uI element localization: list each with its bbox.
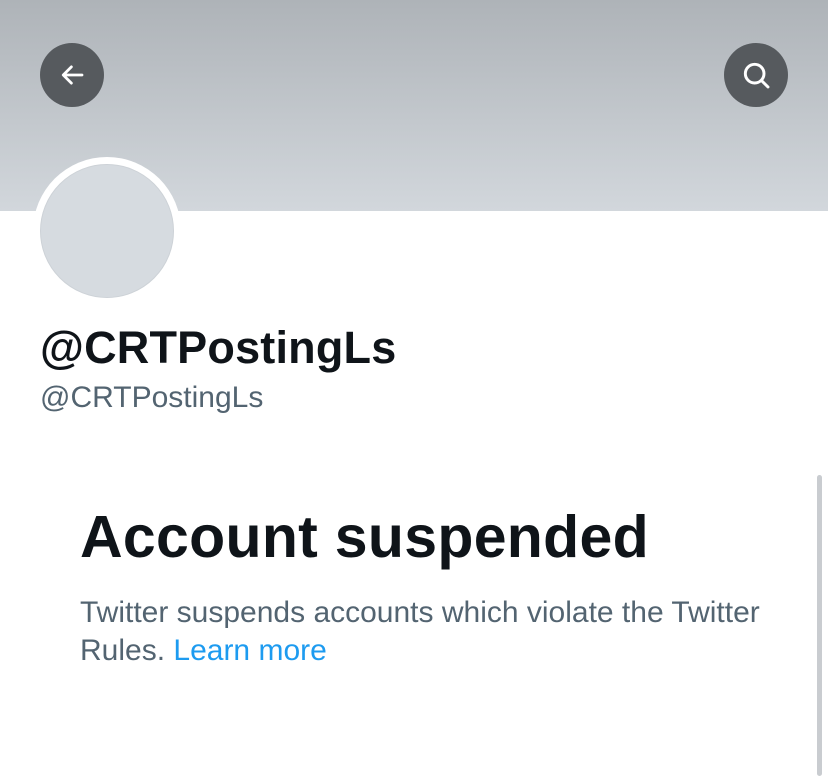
suspended-title: Account suspended: [80, 504, 649, 570]
back-button[interactable]: [40, 43, 104, 107]
search-button[interactable]: [724, 43, 788, 107]
scrollbar[interactable]: [817, 475, 822, 776]
search-icon: [743, 62, 770, 89]
learn-more-link[interactable]: Learn more: [173, 634, 326, 667]
suspended-description: Twitter suspends accounts which violate …: [80, 594, 780, 670]
display-name: @CRTPostingLs: [40, 322, 397, 373]
arrow-left-icon: [61, 65, 84, 85]
profile-page: @CRTPostingLs @CRTPostingLs Account susp…: [0, 0, 828, 776]
user-handle: @CRTPostingLs: [40, 381, 264, 414]
avatar[interactable]: [40, 164, 174, 298]
